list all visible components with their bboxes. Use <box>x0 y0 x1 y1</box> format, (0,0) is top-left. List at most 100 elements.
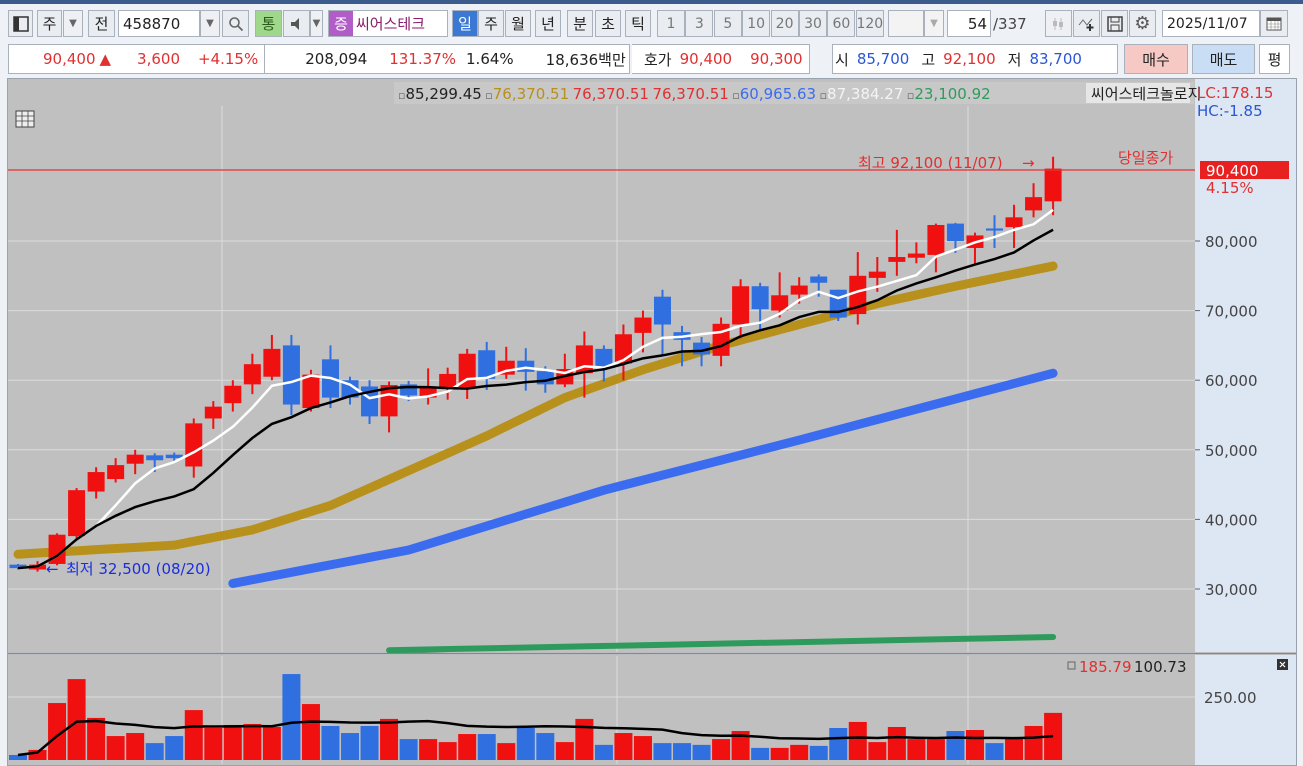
candle-body <box>868 271 886 278</box>
volume-bar <box>360 725 379 760</box>
close-panel-icon[interactable] <box>1277 659 1288 670</box>
candle-body <box>829 289 847 318</box>
price-tick-label: 50,000 <box>1205 442 1258 460</box>
volume-bar <box>165 736 184 760</box>
volume-bar <box>341 733 360 760</box>
volume-bar <box>399 739 418 760</box>
legend-value: 23,100.92 <box>914 85 990 103</box>
legend-value: 76,370.51 <box>652 85 728 103</box>
price-tick-label: 60,000 <box>1205 372 1258 390</box>
price-tick-label: 80,000 <box>1205 233 1258 251</box>
candle-body <box>107 465 125 480</box>
volume-bar <box>946 731 965 760</box>
legend-marker: ▫ <box>482 89 493 102</box>
candle-body <box>517 360 535 372</box>
candle-body <box>68 490 86 537</box>
volume-bar <box>419 739 438 760</box>
candle-body <box>263 348 281 377</box>
high-annotation: 최고 92,100 (11/07) <box>858 154 1003 172</box>
lc-value: LC:178.15 <box>1197 84 1273 102</box>
volume-bar <box>438 742 457 760</box>
candle-body <box>986 228 1003 231</box>
candle-body <box>732 286 750 325</box>
volume-bar <box>184 710 203 760</box>
volume-bar <box>848 721 867 760</box>
volume-bar <box>633 736 652 760</box>
volume-bar <box>751 747 770 760</box>
volume-bar <box>673 743 692 760</box>
candle-body <box>653 296 671 325</box>
volume-bar <box>790 744 809 760</box>
price-tick-label: 40,000 <box>1205 511 1258 529</box>
volume-bar <box>907 739 926 760</box>
candle-body <box>302 374 320 409</box>
volume-bar <box>555 742 574 760</box>
candle <box>68 488 86 539</box>
volume-bar <box>67 679 86 760</box>
volume-bar <box>126 733 145 760</box>
last-price-label: 90,400 <box>1206 162 1259 180</box>
legend-marker: ▫ <box>816 89 827 102</box>
candle-body <box>204 406 222 419</box>
volume-value: 185.79 <box>1079 658 1132 676</box>
volume-bar <box>262 726 281 760</box>
volume-bar <box>692 744 711 760</box>
volume-bar <box>985 743 1004 760</box>
candle-body <box>888 257 906 262</box>
volume-bar <box>536 733 555 760</box>
candle-body <box>810 276 828 283</box>
candle-body <box>712 323 730 356</box>
volume-ma-value: 100.73 <box>1134 658 1187 676</box>
legend-value: 60,965.63 <box>740 85 816 103</box>
volume-bar <box>770 747 789 760</box>
volume-bar <box>575 718 594 760</box>
volume-bar <box>614 733 633 760</box>
candle <box>282 334 300 415</box>
price-tick-label: 30,000 <box>1205 581 1258 599</box>
legend-value: 76,370.51 <box>493 85 569 103</box>
volume-bar <box>1024 725 1043 760</box>
volume-axis <box>1195 655 1296 765</box>
volume-bar <box>887 726 906 760</box>
volume-bar <box>223 724 242 760</box>
legend-marker: ▫ <box>398 89 405 102</box>
legend-value: 76,370.51 <box>573 85 649 103</box>
candle-body <box>1005 217 1023 228</box>
volume-bar <box>204 727 223 760</box>
candle <box>829 289 847 322</box>
volume-bar <box>809 745 828 760</box>
candle-body <box>927 224 945 255</box>
candle-body <box>146 455 164 461</box>
stock-chart[interactable]: 80,00070,00060,00050,00040,00030,000 ▫85… <box>0 0 1303 766</box>
volume-bar <box>497 743 516 760</box>
candle-body <box>185 423 203 467</box>
right-arrow-icon: → <box>1022 154 1035 172</box>
candle-body <box>751 286 769 310</box>
volume-bar <box>106 736 125 760</box>
close-label: 당일종가 <box>1118 149 1173 167</box>
volume-bar <box>926 739 945 760</box>
candle-body <box>946 223 964 241</box>
legend-value: 85,299.45 <box>405 85 481 103</box>
volume-bar <box>653 743 672 760</box>
left-arrow-icon: ← <box>46 560 59 578</box>
candle-body <box>634 317 652 333</box>
candle-body <box>87 472 105 492</box>
volume-bar <box>965 730 984 760</box>
volume-bar <box>9 754 27 760</box>
volume-bar <box>516 727 535 760</box>
price-tick-label: 70,000 <box>1205 303 1258 321</box>
legend-marker: ▫ <box>729 89 740 102</box>
legend-marker: ▫ <box>903 89 914 102</box>
candle-body <box>224 385 242 404</box>
volume-bar <box>282 674 301 760</box>
volume-tick: 250.00 <box>1204 689 1257 707</box>
stock-full-name: 씨어스테크놀로지 <box>1091 85 1201 103</box>
volume-bar <box>829 727 848 760</box>
last-percent-label: 4.15% <box>1206 179 1254 197</box>
grid-icon[interactable] <box>15 110 35 128</box>
volume-bar <box>868 742 887 760</box>
volume-bar <box>145 743 164 760</box>
candle-body <box>790 285 808 295</box>
volume-bar <box>594 744 613 760</box>
